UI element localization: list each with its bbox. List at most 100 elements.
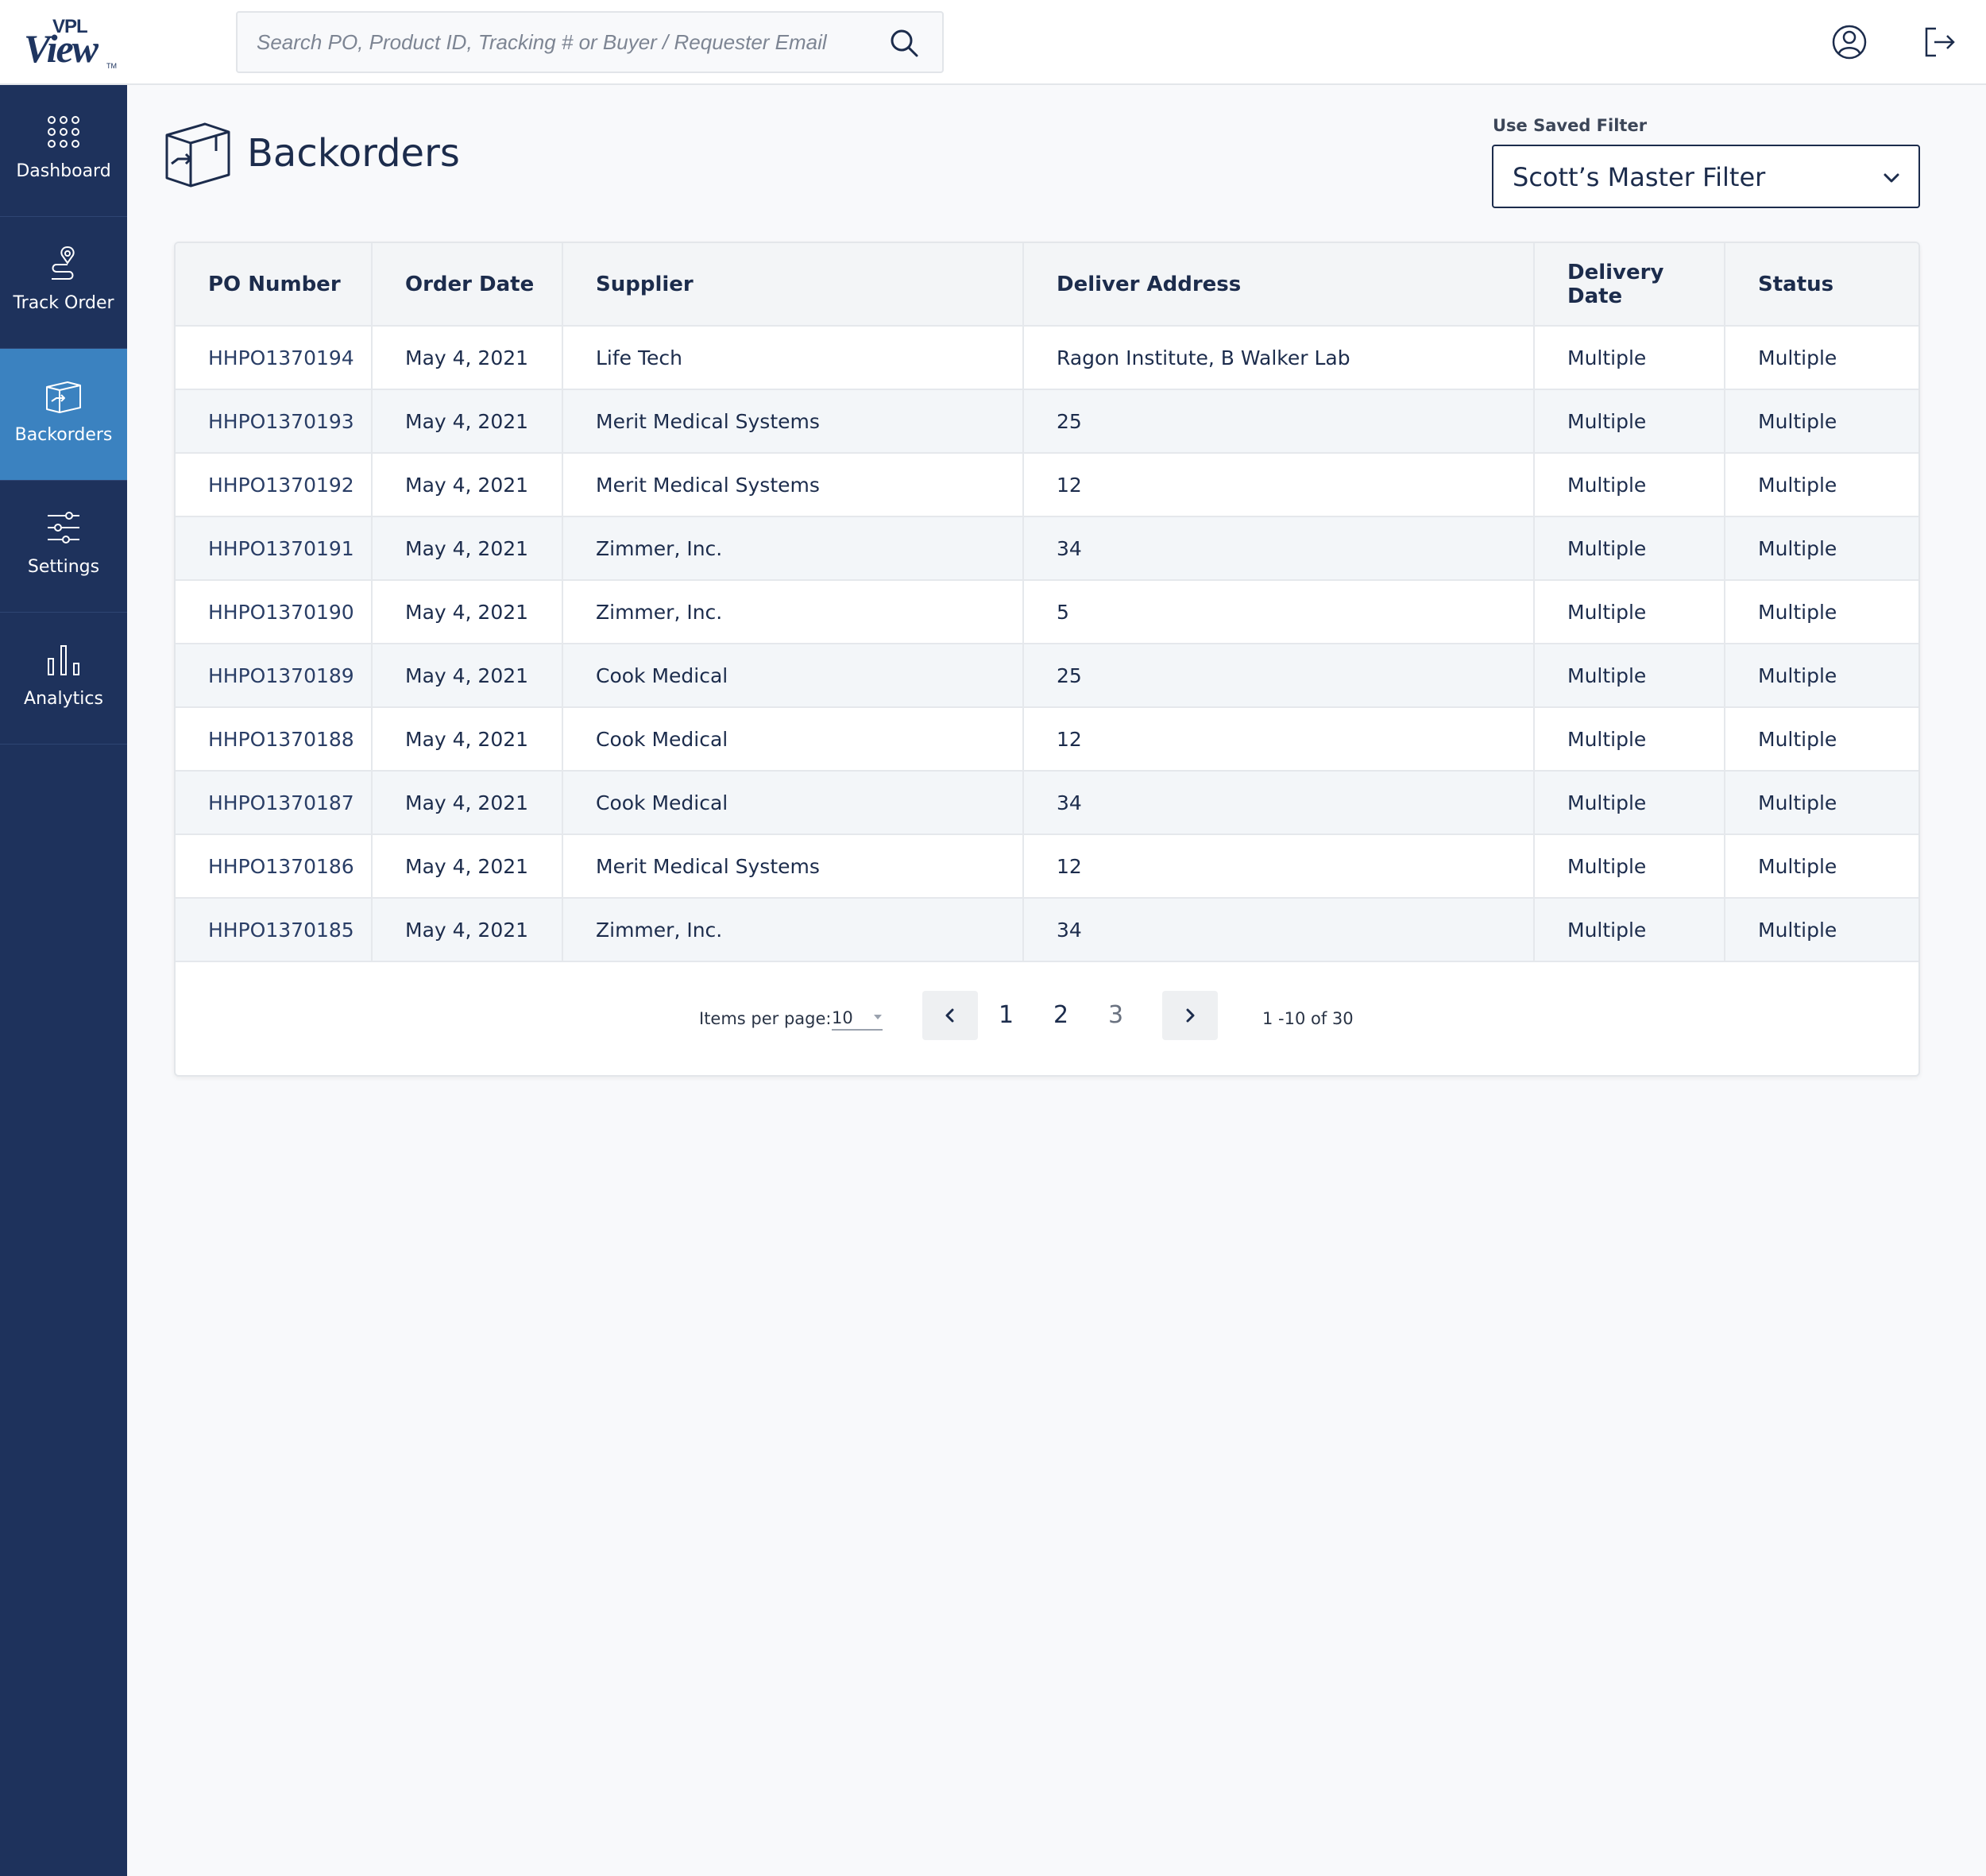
order-date-cell: May 4, 2021 xyxy=(372,771,563,835)
previous-page-button[interactable] xyxy=(922,991,978,1040)
delivery-date-cell: Multiple xyxy=(1534,516,1725,581)
supplier-cell: Cook Medical xyxy=(562,707,1024,772)
page-3-button[interactable]: 3 xyxy=(1108,1001,1123,1029)
backorders-table-card: PO Number Order Date Supplier Deliver Ad… xyxy=(174,242,1920,1077)
status-cell: Multiple xyxy=(1725,516,1918,581)
sidebar-item-settings[interactable]: Settings xyxy=(0,481,127,613)
page-1-button[interactable]: 1 xyxy=(999,1001,1014,1029)
status-cell: Multiple xyxy=(1725,326,1918,390)
po-number-cell[interactable]: HHPO1370194 xyxy=(176,326,373,390)
next-page-button[interactable] xyxy=(1162,991,1218,1040)
box-icon xyxy=(46,381,81,413)
chevron-right-icon xyxy=(1186,1008,1195,1023)
delivery-date-cell: Multiple xyxy=(1534,707,1725,772)
vpl-view-logo[interactable]: VPL View TM xyxy=(24,16,119,72)
table-row[interactable]: HHPO1370185 May 4, 2021 Zimmer, Inc. 34 … xyxy=(176,898,1918,962)
search-icon[interactable] xyxy=(888,27,920,59)
po-number-cell[interactable]: HHPO1370186 xyxy=(176,834,373,899)
supplier-cell: Zimmer, Inc. xyxy=(562,898,1024,962)
order-date-cell: May 4, 2021 xyxy=(372,580,563,644)
delivery-date-cell: Multiple xyxy=(1534,771,1725,835)
logo-name: View xyxy=(24,26,99,71)
supplier-cell: Cook Medical xyxy=(562,771,1024,835)
user-profile-icon[interactable] xyxy=(1831,24,1868,60)
status-cell: Multiple xyxy=(1725,898,1918,962)
table-row[interactable]: HHPO1370186 May 4, 2021 Merit Medical Sy… xyxy=(176,834,1918,899)
column-header-po-number[interactable]: PO Number xyxy=(176,243,373,327)
logout-icon[interactable] xyxy=(1922,24,1958,60)
sidebar-item-label: Track Order xyxy=(13,293,114,313)
sidebar-item-backorders[interactable]: Backorders xyxy=(0,349,127,481)
backorders-table: PO Number Order Date Supplier Deliver Ad… xyxy=(176,243,1918,962)
order-date-cell: May 4, 2021 xyxy=(372,898,563,962)
page-title: Backorders xyxy=(247,131,460,176)
column-header-status[interactable]: Status xyxy=(1725,243,1918,327)
delivery-date-cell: Multiple xyxy=(1534,389,1725,454)
table-row[interactable]: HHPO1370187 May 4, 2021 Cook Medical 34 … xyxy=(176,771,1918,835)
delivery-date-cell: Multiple xyxy=(1534,898,1725,962)
delivery-date-cell: Multiple xyxy=(1534,580,1725,644)
search-placeholder: Search PO, Product ID, Tracking # or Buy… xyxy=(257,30,827,54)
delivery-date-cell: Multiple xyxy=(1534,326,1725,390)
supplier-cell: Merit Medical Systems xyxy=(562,834,1024,899)
top-bar: VPL View TM Search PO, Product ID, Track… xyxy=(0,0,1986,85)
supplier-cell: Life Tech xyxy=(562,326,1024,390)
supplier-cell: Zimmer, Inc. xyxy=(562,516,1024,581)
order-date-cell: May 4, 2021 xyxy=(372,834,563,899)
items-per-page-select[interactable]: 10 xyxy=(832,1005,883,1031)
pagination-range: 1 -10 of 30 xyxy=(1262,1009,1354,1028)
column-header-delivery-date[interactable]: Delivery Date xyxy=(1534,243,1725,327)
items-per-page-label: Items per page: xyxy=(699,1009,832,1028)
po-number-cell[interactable]: HHPO1370192 xyxy=(176,453,373,517)
route-pin-icon xyxy=(52,246,75,280)
po-number-cell[interactable]: HHPO1370190 xyxy=(176,580,373,644)
status-cell: Multiple xyxy=(1725,580,1918,644)
status-cell: Multiple xyxy=(1725,834,1918,899)
caret-down-icon xyxy=(874,1015,882,1019)
deliver-address-cell: 34 xyxy=(1023,516,1535,581)
sidebar-item-label: Settings xyxy=(27,557,100,577)
table-row[interactable]: HHPO1370191 May 4, 2021 Zimmer, Inc. 34 … xyxy=(176,516,1918,581)
page-2-button[interactable]: 2 xyxy=(1053,1001,1068,1029)
deliver-address-cell: 34 xyxy=(1023,898,1535,962)
supplier-cell: Merit Medical Systems xyxy=(562,389,1024,454)
delivery-date-cell: Multiple xyxy=(1534,834,1725,899)
table-row[interactable]: HHPO1370194 May 4, 2021 Life Tech Ragon … xyxy=(176,326,1918,390)
status-cell: Multiple xyxy=(1725,771,1918,835)
column-header-supplier[interactable]: Supplier xyxy=(562,243,1024,327)
grid-dots-icon xyxy=(48,116,79,148)
deliver-address-cell: 25 xyxy=(1023,644,1535,708)
sidebar-item-track-order[interactable]: Track Order xyxy=(0,217,127,349)
column-header-deliver-address[interactable]: Deliver Address xyxy=(1023,243,1535,327)
order-date-cell: May 4, 2021 xyxy=(372,644,563,708)
table-row[interactable]: HHPO1370193 May 4, 2021 Merit Medical Sy… xyxy=(176,389,1918,454)
box-arrow-icon xyxy=(165,122,230,188)
po-number-cell[interactable]: HHPO1370185 xyxy=(176,898,373,962)
po-number-cell[interactable]: HHPO1370189 xyxy=(176,644,373,708)
order-date-cell: May 4, 2021 xyxy=(372,516,563,581)
po-number-cell[interactable]: HHPO1370187 xyxy=(176,771,373,835)
column-header-order-date[interactable]: Order Date xyxy=(372,243,563,327)
pagination: Items per page: 10 1 2 3 1 -10 of 30 xyxy=(176,965,1918,1075)
status-cell: Multiple xyxy=(1725,389,1918,454)
table-row[interactable]: HHPO1370188 May 4, 2021 Cook Medical 12 … xyxy=(176,707,1918,772)
deliver-address-cell: 12 xyxy=(1023,834,1535,899)
delivery-date-cell: Multiple xyxy=(1534,644,1725,708)
po-number-cell[interactable]: HHPO1370193 xyxy=(176,389,373,454)
search-input[interactable]: Search PO, Product ID, Tracking # or Buy… xyxy=(236,11,944,73)
status-cell: Multiple xyxy=(1725,453,1918,517)
table-row[interactable]: HHPO1370192 May 4, 2021 Merit Medical Sy… xyxy=(176,453,1918,517)
status-cell: Multiple xyxy=(1725,644,1918,708)
table-row[interactable]: HHPO1370189 May 4, 2021 Cook Medical 25 … xyxy=(176,644,1918,708)
saved-filter-label: Use Saved Filter xyxy=(1493,116,1648,135)
order-date-cell: May 4, 2021 xyxy=(372,389,563,454)
chevron-left-icon xyxy=(945,1008,954,1023)
table-row[interactable]: HHPO1370190 May 4, 2021 Zimmer, Inc. 5 M… xyxy=(176,580,1918,644)
po-number-cell[interactable]: HHPO1370188 xyxy=(176,707,373,772)
sidebar-item-label: Backorders xyxy=(14,425,113,445)
saved-filter-dropdown[interactable]: Scott’s Master Filter xyxy=(1492,145,1920,208)
sidebar-item-analytics[interactable]: Analytics xyxy=(0,613,127,745)
po-number-cell[interactable]: HHPO1370191 xyxy=(176,516,373,581)
sidebar-item-dashboard[interactable]: Dashboard xyxy=(0,85,127,217)
logo-trademark: TM xyxy=(106,62,117,70)
